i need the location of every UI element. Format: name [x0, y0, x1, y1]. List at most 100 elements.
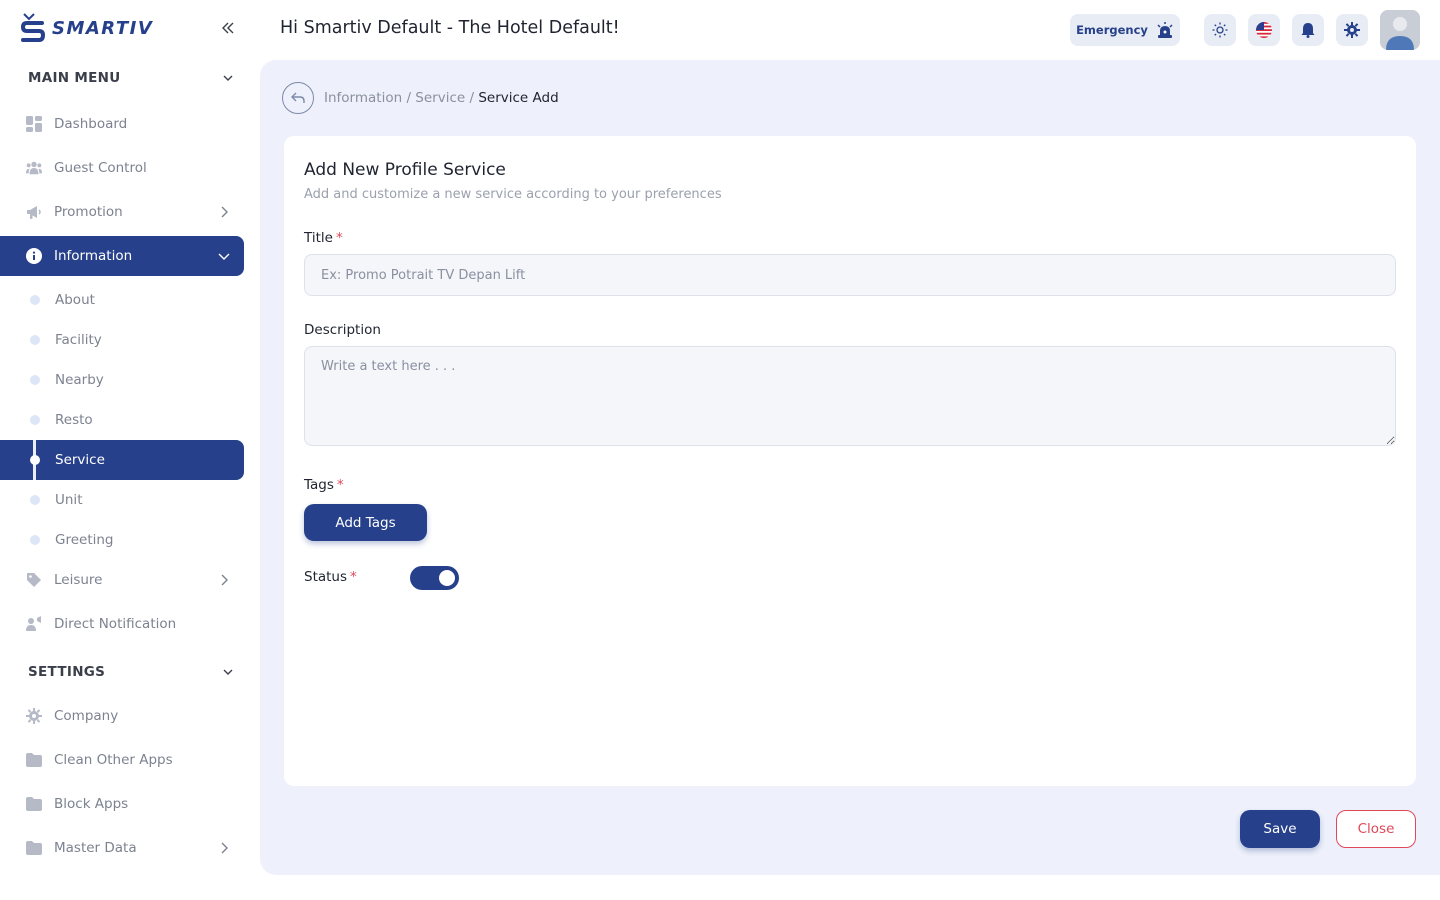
required-mark: * [336, 477, 344, 493]
sidebar-subitem-greeting[interactable]: Greeting [0, 520, 244, 560]
sidebar-subitem-nearby[interactable]: Nearby [0, 360, 244, 400]
us-flag-icon [1256, 22, 1272, 38]
chevron-right-icon [221, 206, 228, 218]
siren-icon [1157, 22, 1173, 38]
settings-header[interactable]: SETTINGS [28, 662, 234, 682]
sidebar-item-company[interactable]: Company [0, 696, 244, 736]
sidebar-subitem-about[interactable]: About [0, 280, 244, 320]
emergency-label: Emergency [1076, 23, 1148, 37]
folder-icon [26, 840, 42, 856]
bullet-icon [30, 535, 40, 545]
breadcrumb-information[interactable]: Information [324, 90, 402, 106]
sidebar-item-label: Information [54, 248, 133, 264]
notifications-button[interactable] [1292, 14, 1324, 46]
sidebar-item-dashboard[interactable]: Dashboard [0, 104, 244, 144]
sidebar-item-information[interactable]: Information [0, 236, 244, 276]
bullet-icon [30, 415, 40, 425]
sidebar-item-master-data[interactable]: Master Data [0, 828, 244, 868]
chevron-down-icon [223, 75, 233, 81]
status-toggle[interactable] [410, 566, 459, 590]
bell-icon [1301, 23, 1315, 38]
sidebar-item-leisure[interactable]: Leisure [0, 560, 244, 600]
sidebar-item-label: Dashboard [54, 116, 128, 132]
title-input[interactable] [304, 254, 1396, 296]
gear-icon [26, 708, 42, 724]
toggle-knob [439, 570, 455, 586]
sidebar-subitem-label: Service [55, 452, 105, 468]
language-button[interactable] [1248, 14, 1280, 46]
sidebar-item-block-apps[interactable]: Block Apps [0, 784, 244, 824]
title-label: Title * [304, 230, 343, 246]
sidebar-item-label: Company [54, 708, 119, 724]
dashboard-icon [26, 116, 42, 132]
sidebar-item-clean-other-apps[interactable]: Clean Other Apps [0, 740, 244, 780]
back-button[interactable] [282, 82, 314, 114]
tags-label: Tags * [304, 477, 344, 493]
sidebar-subitem-label: About [55, 292, 95, 308]
sidebar-item-label: Direct Notification [54, 616, 177, 632]
sidebar-subitem-unit[interactable]: Unit [0, 480, 244, 520]
sidebar-item-label: Master Data [54, 840, 137, 856]
main-menu-label: MAIN MENU [28, 70, 121, 86]
bullet-icon [30, 335, 40, 345]
breadcrumb-service[interactable]: Service [415, 90, 465, 106]
settings-label: SETTINGS [28, 664, 106, 680]
sidebar: SMARTIV MAIN MENU Dashboard Guest Contro… [0, 0, 260, 900]
required-mark: * [350, 569, 357, 585]
users-icon [26, 160, 42, 176]
sidebar-subitem-service[interactable]: Service [0, 440, 244, 480]
sun-icon [1212, 22, 1228, 38]
required-mark: * [335, 230, 343, 246]
breadcrumb-current: Service Add [478, 90, 559, 106]
breadcrumb: Information / Service / Service Add [324, 90, 559, 106]
greeting-text: Hi Smartiv Default - The Hotel Default! [280, 18, 620, 38]
logo[interactable]: SMARTIV [20, 12, 153, 44]
settings-button[interactable] [1336, 14, 1368, 46]
theme-toggle-button[interactable] [1204, 14, 1236, 46]
emergency-button[interactable]: Emergency [1070, 14, 1180, 46]
sidebar-item-label: Leisure [54, 572, 103, 588]
notification-icon [26, 616, 42, 632]
form-subtitle: Add and customize a new service accordin… [304, 187, 722, 202]
sidebar-subitem-label: Facility [55, 332, 102, 348]
sidebar-subitem-label: Nearby [55, 372, 104, 388]
chevron-down-icon [223, 669, 233, 675]
bullet-icon [30, 375, 40, 385]
main-menu-header[interactable]: MAIN MENU [28, 68, 234, 88]
close-button[interactable]: Close [1336, 810, 1416, 848]
sidebar-item-guest-control[interactable]: Guest Control [0, 148, 244, 188]
tag-icon [26, 572, 42, 588]
chevron-right-icon [221, 574, 228, 586]
collapse-sidebar-button[interactable] [218, 18, 238, 38]
logo-icon [20, 13, 46, 42]
description-label: Description [304, 322, 381, 338]
sidebar-item-promotion[interactable]: Promotion [0, 192, 244, 232]
sidebar-subitem-facility[interactable]: Facility [0, 320, 244, 360]
sidebar-subitem-label: Unit [55, 492, 83, 508]
top-header: Hi Smartiv Default - The Hotel Default! … [260, 0, 1440, 60]
chevron-right-icon [221, 842, 228, 854]
chevron-down-icon [218, 253, 230, 260]
form-card: Add New Profile Service Add and customiz… [284, 136, 1416, 786]
title-label-text: Title [304, 230, 333, 246]
sidebar-subitem-label: Greeting [55, 532, 114, 548]
status-label: Status * [304, 569, 357, 585]
status-label-text: Status [304, 569, 348, 585]
user-avatar-icon [1380, 10, 1420, 50]
sidebar-item-direct-notification[interactable]: Direct Notification [0, 604, 244, 644]
save-button[interactable]: Save [1240, 810, 1320, 848]
logo-text: SMARTIV [52, 17, 154, 39]
folder-icon [26, 796, 42, 812]
add-tags-button[interactable]: Add Tags [304, 504, 427, 541]
avatar[interactable] [1380, 10, 1420, 50]
app: SMARTIV MAIN MENU Dashboard Guest Contro… [0, 0, 1440, 900]
breadcrumb-separator: / [406, 90, 416, 106]
tags-label-text: Tags [304, 477, 334, 493]
bullet-icon [30, 455, 40, 465]
gear-icon [1344, 22, 1360, 38]
sidebar-item-label: Clean Other Apps [54, 752, 173, 768]
folder-icon [26, 752, 42, 768]
sidebar-item-label: Guest Control [54, 160, 147, 176]
description-textarea[interactable] [304, 346, 1396, 446]
sidebar-subitem-resto[interactable]: Resto [0, 400, 244, 440]
